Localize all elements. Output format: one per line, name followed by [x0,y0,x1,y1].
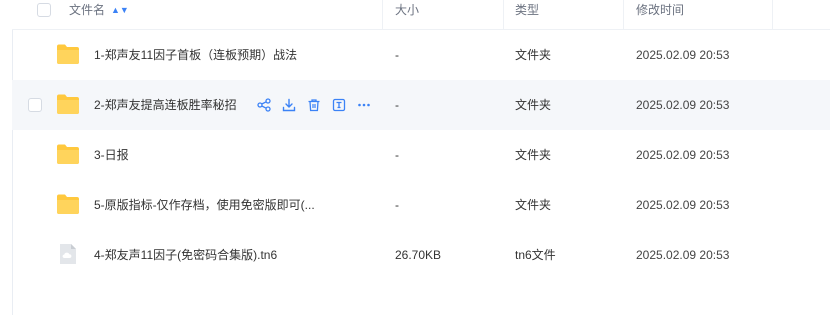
rename-icon[interactable] [331,96,347,114]
file-type: 文件夹 [515,148,552,162]
file-size: - [395,48,399,62]
delete-icon[interactable] [306,96,322,114]
table-row[interactable]: 5-原版指标-仅作存档，使用免密版即可(... - 文件夹 2025.02.09… [12,180,830,230]
column-header-size[interactable]: 大小 [395,0,419,29]
row-actions [256,96,372,114]
table-row[interactable]: 4-郑友声11因子(免密码合集版).tn6 26.70KB tn6文件 2025… [12,230,830,280]
column-divider [382,0,383,29]
share-icon[interactable] [256,96,272,114]
cloud-file-icon [60,244,76,264]
table-row[interactable]: 1-郑声友11因子首板（连板预期）战法 - 文件夹 2025.02.09 20:… [12,30,830,80]
table-row[interactable]: 2-郑声友提高连板胜率秘招 - 文件夹 2025.02.09 20:53 [12,80,830,130]
file-name[interactable]: 4-郑友声11因子(免密码合集版).tn6 [94,230,277,280]
column-header-modified[interactable]: 修改时间 [636,0,684,29]
file-type: 文件夹 [515,198,552,212]
row-checkbox[interactable] [28,98,42,112]
file-modified-time: 2025.02.09 20:53 [636,148,730,162]
file-size: - [395,148,399,162]
column-divider [772,0,773,29]
file-size: 26.70KB [395,248,442,262]
folder-icon [57,144,79,164]
folder-icon [57,94,79,114]
column-divider [503,0,504,29]
file-modified-time: 2025.02.09 20:53 [636,48,730,62]
column-header-name[interactable]: 文件名 ▲▼ [69,0,129,29]
sort-icon[interactable]: ▲▼ [111,5,129,15]
download-icon[interactable] [281,96,297,114]
file-type: 文件夹 [515,98,552,112]
file-type: tn6文件 [515,248,556,262]
file-name[interactable]: 2-郑声友提高连板胜率秘招 [94,80,237,130]
select-all-checkbox[interactable] [37,3,51,17]
file-size: - [395,98,399,112]
file-modified-time: 2025.02.09 20:53 [636,248,730,262]
folder-icon [57,194,79,214]
file-type: 文件夹 [515,48,552,62]
file-size: - [395,198,399,212]
column-divider [623,0,624,29]
file-modified-time: 2025.02.09 20:53 [636,98,730,112]
file-name[interactable]: 3-日报 [94,130,129,180]
file-modified-time: 2025.02.09 20:53 [636,198,730,212]
more-icon[interactable] [356,96,372,114]
file-name[interactable]: 5-原版指标-仅作存档，使用免密版即可(... [94,180,315,230]
file-list-panel: 文件名 ▲▼ 大小 类型 修改时间 1-郑声友11因子首板（连板预期）战法 - 文… [0,0,830,315]
column-header-name-label: 文件名 [69,3,106,17]
folder-icon [57,44,79,64]
table-row[interactable]: 3-日报 - 文件夹 2025.02.09 20:53 [12,130,830,180]
column-header-type[interactable]: 类型 [515,0,539,29]
table-header: 文件名 ▲▼ 大小 类型 修改时间 [12,0,830,30]
file-name[interactable]: 1-郑声友11因子首板（连板预期）战法 [94,30,297,80]
